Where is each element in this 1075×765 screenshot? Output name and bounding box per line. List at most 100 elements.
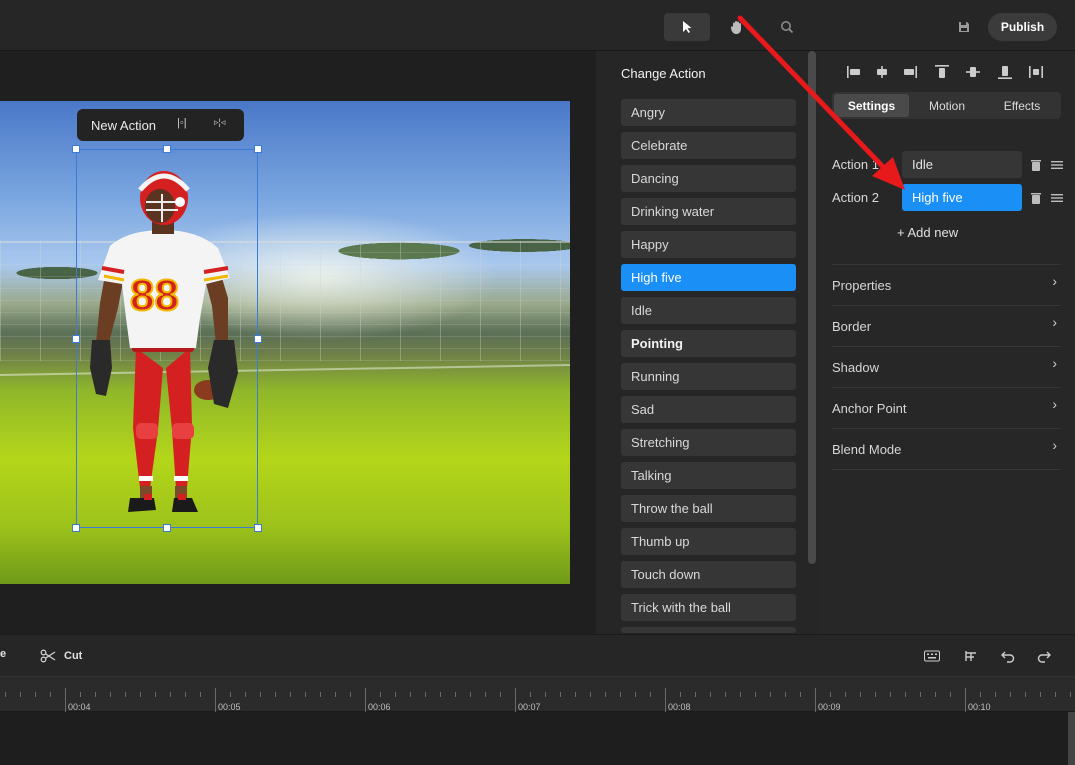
- ruler-minor-tick: [800, 692, 801, 697]
- action-option[interactable]: Pointing: [621, 330, 796, 357]
- action-1-field[interactable]: Idle: [902, 151, 1022, 178]
- section-blend-mode[interactable]: Blend Mode ›: [832, 428, 1061, 469]
- resize-handle-right[interactable]: [254, 335, 262, 343]
- ruler-minor-tick: [5, 692, 6, 697]
- action-option[interactable]: Trick with the ball: [621, 594, 796, 621]
- ruler-minor-tick: [80, 692, 81, 697]
- ruler-major-tick: [815, 688, 816, 712]
- ruler-minor-tick: [695, 692, 696, 697]
- panel-tabs: Settings Motion Effects: [832, 92, 1061, 119]
- select-pointer-icon: [683, 21, 692, 33]
- action-option[interactable]: Happy: [621, 231, 796, 258]
- ruler-minor-tick: [20, 692, 21, 697]
- section-shadow[interactable]: Shadow ›: [832, 346, 1061, 387]
- drag-action-2-icon[interactable]: [1050, 191, 1064, 205]
- tab-motion[interactable]: Motion: [912, 94, 982, 117]
- publish-button[interactable]: Publish: [988, 13, 1057, 41]
- undo-icon[interactable]: [998, 647, 1018, 665]
- resize-handle-top-right[interactable]: [254, 145, 262, 153]
- timeline-scrollbar[interactable]: [1068, 712, 1075, 765]
- ruler-minor-tick: [560, 692, 561, 697]
- redo-icon[interactable]: [1034, 647, 1054, 665]
- resize-handle-bottom-left[interactable]: [72, 524, 80, 532]
- align-left-icon[interactable]: [844, 60, 864, 84]
- ruler-minor-tick: [980, 692, 981, 697]
- ruler-minor-tick: [140, 692, 141, 697]
- chevron-right-icon: ›: [1052, 437, 1057, 453]
- save-button[interactable]: [952, 15, 976, 39]
- ruler-minor-tick: [1055, 692, 1056, 697]
- ruler-minor-tick: [785, 692, 786, 697]
- top-toolbar: [0, 0, 1075, 51]
- action-list-scrollbar[interactable]: [808, 51, 816, 564]
- resize-handle-left[interactable]: [72, 335, 80, 343]
- ruler-minor-tick: [845, 692, 846, 697]
- selection-bounding-box[interactable]: [72, 145, 262, 532]
- action-option[interactable]: Celebrate: [621, 132, 796, 159]
- ruler-major-tick: [515, 688, 516, 712]
- action-option[interactable]: Drinking water: [621, 198, 796, 225]
- timeline-left-label[interactable]: e: [0, 648, 6, 660]
- tab-effects[interactable]: Effects: [985, 94, 1059, 117]
- fit-frame-icon[interactable]: |◦|: [177, 117, 187, 129]
- ruler-minor-tick: [860, 692, 861, 697]
- section-anchor-point[interactable]: Anchor Point ›: [832, 387, 1061, 428]
- select-pointer-button[interactable]: [664, 13, 710, 41]
- action-option[interactable]: Throw the ball: [621, 495, 796, 522]
- flip-horizontal-icon[interactable]: ▹¦◃: [214, 117, 225, 128]
- hand-pan-button[interactable]: [714, 13, 760, 41]
- ruler-minor-tick: [95, 692, 96, 697]
- action-option[interactable]: Touch down: [621, 561, 796, 588]
- ruler-minor-tick: [740, 692, 741, 697]
- action-option[interactable]: Idle: [621, 297, 796, 324]
- align-right-icon[interactable]: [900, 60, 920, 84]
- distribute-horizontal-icon[interactable]: [1026, 60, 1046, 84]
- ruler-minor-tick: [995, 692, 996, 697]
- action-option[interactable]: Thumb up: [621, 528, 796, 555]
- ruler-minor-tick: [440, 692, 441, 697]
- align-center-vertical-icon[interactable]: [963, 60, 983, 84]
- timeline-tracks[interactable]: [0, 712, 1075, 765]
- zoom-search-button[interactable]: [764, 13, 810, 41]
- action-option[interactable]: Angry: [621, 99, 796, 126]
- section-border[interactable]: Border ›: [832, 305, 1061, 346]
- ruler-minor-tick: [725, 692, 726, 697]
- add-new-action-button[interactable]: + Add new: [897, 225, 958, 240]
- action-option[interactable]: Running: [621, 363, 796, 390]
- action-option[interactable]: Dancing: [621, 165, 796, 192]
- drag-action-1-icon[interactable]: [1050, 158, 1064, 172]
- ruler-minor-tick: [710, 692, 711, 697]
- tab-settings[interactable]: Settings: [834, 94, 909, 117]
- resize-handle-bottom[interactable]: [163, 524, 171, 532]
- action-2-field[interactable]: High five: [902, 184, 1022, 211]
- ruler-minor-tick: [230, 692, 231, 697]
- align-top-icon[interactable]: [932, 60, 952, 84]
- cut-button[interactable]: Cut: [40, 648, 82, 664]
- action-option[interactable]: Talking: [621, 462, 796, 489]
- ruler-minor-tick: [1070, 692, 1071, 697]
- ruler-minor-tick: [305, 692, 306, 697]
- section-properties[interactable]: Properties ›: [832, 264, 1061, 305]
- ruler-minor-tick: [350, 692, 351, 697]
- hand-pan-icon: [730, 21, 741, 34]
- delete-action-2-icon[interactable]: [1029, 191, 1043, 205]
- scissors-icon: [40, 649, 56, 663]
- action-option[interactable]: High five: [621, 264, 796, 291]
- align-bottom-icon[interactable]: [995, 60, 1015, 84]
- action-option-partial[interactable]: [621, 627, 796, 633]
- action-option[interactable]: Sad: [621, 396, 796, 423]
- action-option[interactable]: Stretching: [621, 429, 796, 456]
- ruler-minor-tick: [245, 692, 246, 697]
- delete-action-1-icon[interactable]: [1029, 158, 1043, 172]
- resize-handle-bottom-right[interactable]: [254, 524, 262, 532]
- section-label: Blend Mode: [832, 441, 902, 457]
- ruler-minor-tick: [650, 692, 651, 697]
- resize-handle-top-left[interactable]: [72, 145, 80, 153]
- new-action-label[interactable]: New Action: [91, 118, 156, 133]
- split-track-icon[interactable]: [961, 647, 981, 665]
- keyboard-shortcuts-icon[interactable]: [922, 647, 942, 665]
- align-center-horizontal-icon[interactable]: [872, 60, 892, 84]
- ruler-minor-tick: [170, 692, 171, 697]
- ruler-minor-tick: [605, 692, 606, 697]
- resize-handle-top[interactable]: [163, 145, 171, 153]
